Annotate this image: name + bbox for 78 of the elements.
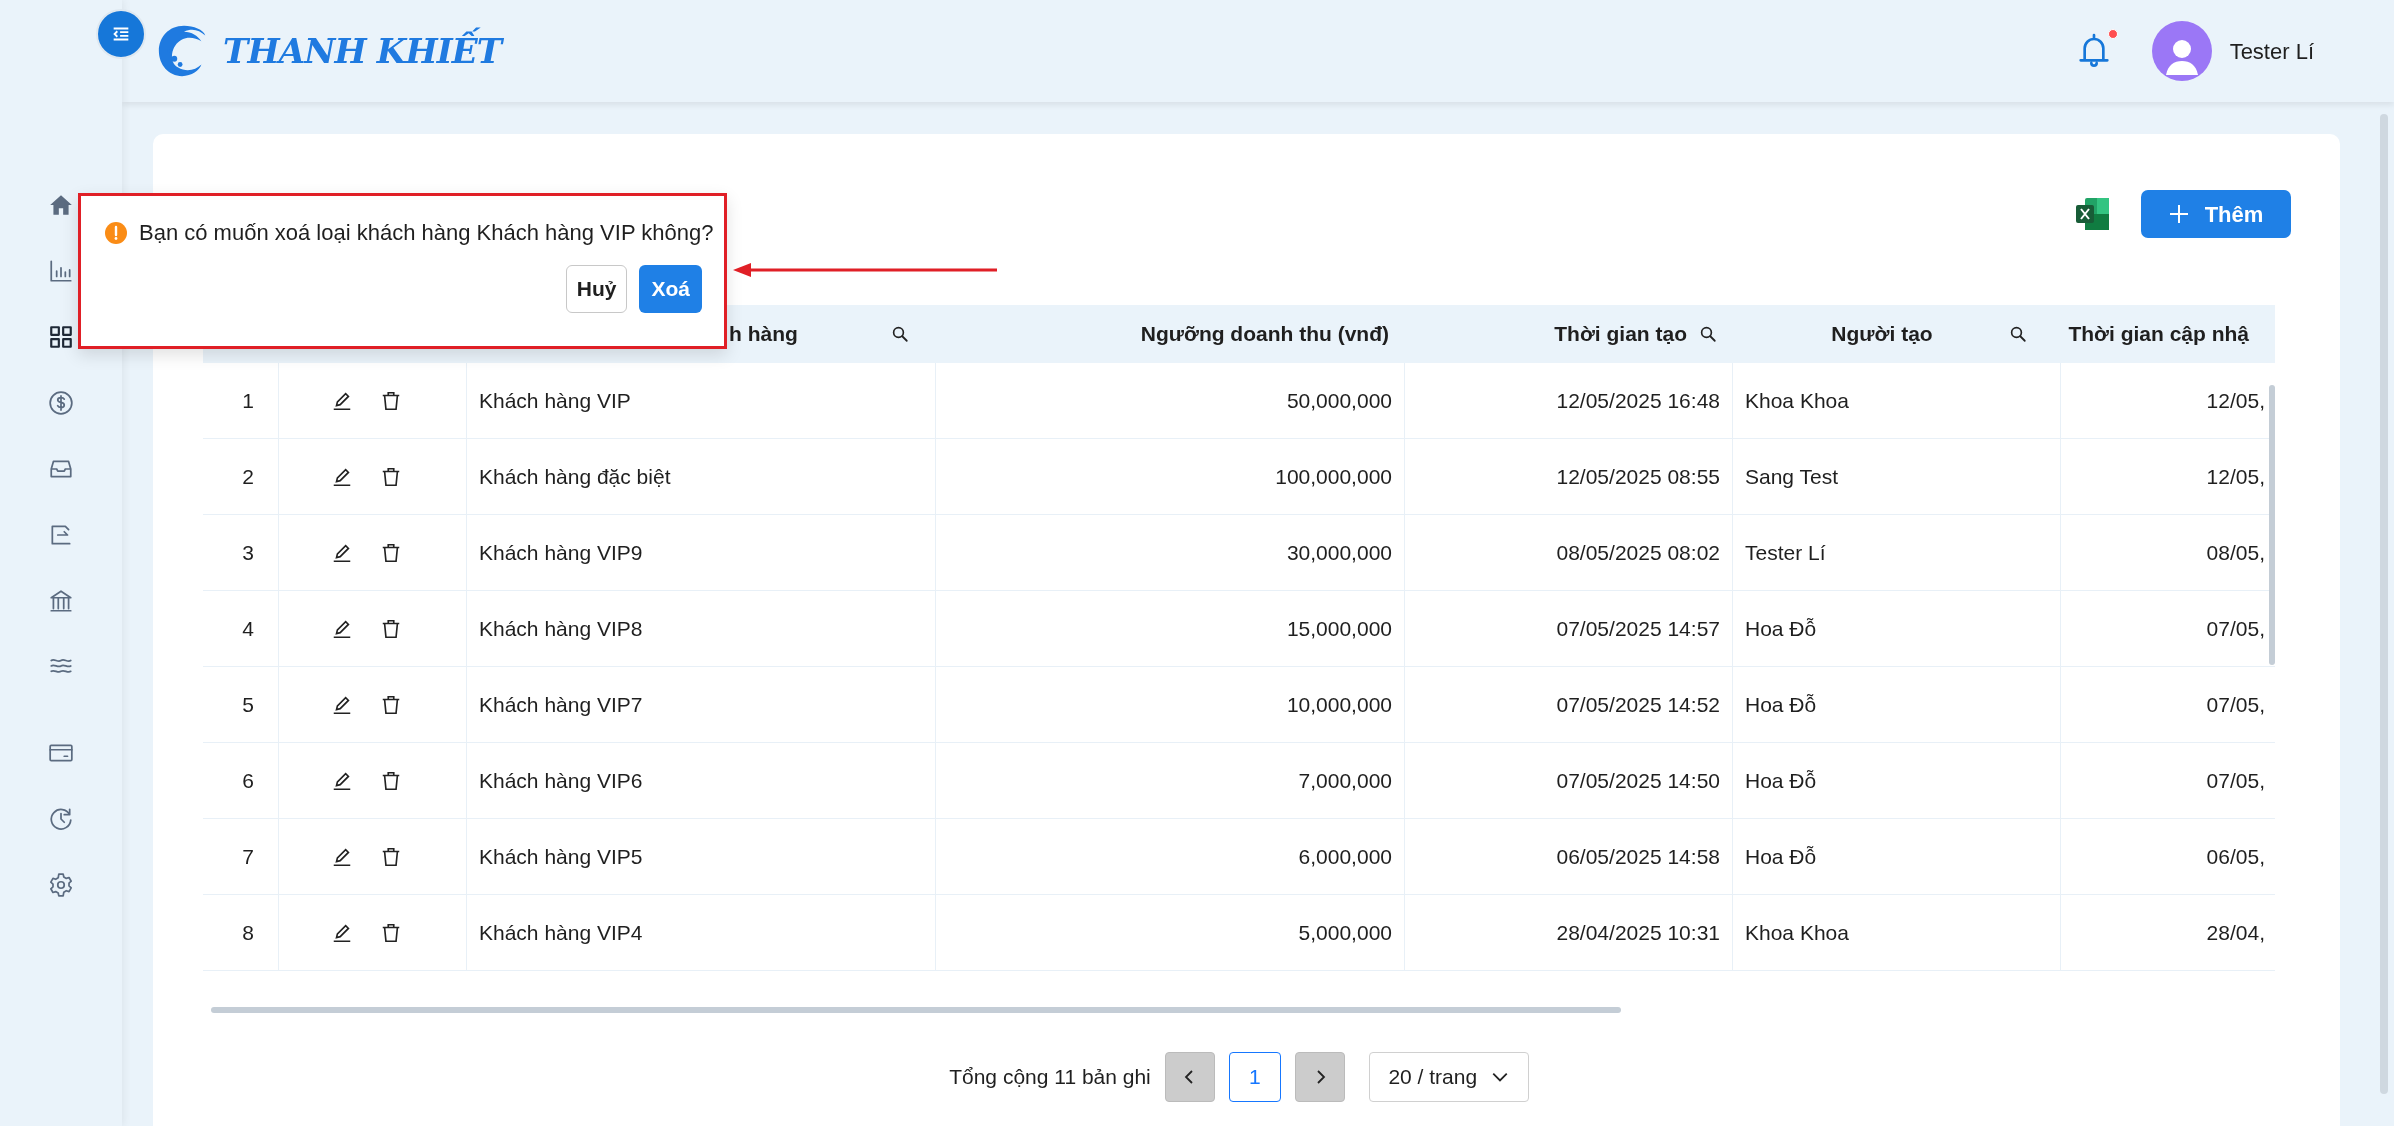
- grid-icon[interactable]: [48, 324, 74, 350]
- table-cell: 08/05/2025 08:02: [1405, 515, 1733, 590]
- table-cell: 1: [203, 363, 279, 438]
- table-cell: Sang Test: [1733, 439, 2061, 514]
- settings-icon[interactable]: [48, 872, 74, 898]
- plus-icon: [2168, 204, 2189, 224]
- table-cell: 2: [203, 439, 279, 514]
- table-cell: 5,000,000: [936, 895, 1405, 970]
- horizontal-scrollbar[interactable]: [211, 1007, 1621, 1013]
- table-cell: 07/05/2025 14:50: [1405, 743, 1733, 818]
- table-cell: 100,000,000: [936, 439, 1405, 514]
- table-cell: Khách hàng VIP6: [467, 743, 936, 818]
- table-cell-text: 07/05,: [2205, 615, 2265, 642]
- table-cell-text: 08/05,: [2205, 539, 2265, 566]
- bank-icon[interactable]: [48, 588, 74, 614]
- delete-button[interactable]: Xoá: [639, 265, 702, 313]
- page-button[interactable]: 1: [1228, 1052, 1281, 1102]
- table-cell: 10,000,000: [936, 667, 1405, 742]
- add-button[interactable]: Thêm: [2141, 190, 2291, 238]
- table-cell-text: 28/04,: [2205, 919, 2265, 946]
- table-cell: 4: [203, 591, 279, 666]
- table-cell: Hoa Đỗ: [1733, 743, 2061, 818]
- table-cell: 5: [203, 667, 279, 742]
- warning-icon: [105, 221, 127, 244]
- table-cell: Tester Lí: [1733, 515, 2061, 590]
- table-cell: 50,000,000: [936, 363, 1405, 438]
- brand-name: THANH KHIẾT: [223, 25, 502, 77]
- table-cell: 15,000,000: [936, 591, 1405, 666]
- table-cell-text: 12/05,: [2205, 387, 2265, 414]
- table-cell: Khách hàng VIP5: [467, 819, 936, 894]
- table-cell: 07/05/2025 14:52: [1405, 667, 1733, 742]
- table-cell: 3: [203, 515, 279, 590]
- bar-chart-icon[interactable]: [48, 258, 74, 284]
- table-cell: Hoa Đỗ: [1733, 591, 2061, 666]
- table-cell: Khách hàng VIP9: [467, 515, 936, 590]
- column-header: h hàng: [729, 321, 799, 348]
- table-cell: Khách hàng VIP: [467, 363, 936, 438]
- page-size-select[interactable]: 20 / trang: [1368, 1052, 1529, 1102]
- search-icon[interactable]: [2009, 325, 2027, 343]
- column-header: Ngưỡng doanh thu (vnđ): [1140, 321, 1389, 348]
- column-header: Thời gian cập nhậ: [2068, 321, 2249, 348]
- dollar-icon[interactable]: [48, 390, 74, 416]
- excel-icon[interactable]: [2075, 197, 2111, 231]
- table-cell: 7,000,000: [936, 743, 1405, 818]
- confirm-message: Bạn có muốn xoá loại khách hàng Khách hàng VIP không?: [139, 219, 714, 247]
- table-cell-text: 06/05,: [2205, 843, 2265, 870]
- table-cell: Khách hàng đặc biệt: [467, 439, 936, 514]
- column-header: Thời gian tạo: [1554, 321, 1687, 348]
- vertical-scrollbar[interactable]: [2269, 385, 2275, 665]
- user-name[interactable]: Tester Lí: [2229, 34, 2314, 68]
- table-cell: Khách hàng VIP8: [467, 591, 936, 666]
- table-cell: 06/05/2025 14:58: [1405, 819, 1733, 894]
- table-cell-text: 12/05,: [2205, 463, 2265, 490]
- table-cell: 07/05/2025 14:57: [1405, 591, 1733, 666]
- table-cell: Khoa Khoa: [1733, 895, 2061, 970]
- table-cell: 12/05/2025 08:55: [1405, 439, 1733, 514]
- total-records: Tổng cộng 11 bản ghi: [949, 1064, 1151, 1091]
- notification-bell-icon[interactable]: [2077, 32, 2110, 70]
- search-icon[interactable]: [1699, 325, 1717, 343]
- page-scrollbar[interactable]: [2380, 114, 2388, 1094]
- table-cell: Hoa Đỗ: [1733, 819, 2061, 894]
- history-icon[interactable]: [48, 806, 74, 832]
- table-cell: 8: [203, 895, 279, 970]
- table-cell: 12/05/2025 16:48: [1405, 363, 1733, 438]
- table-cell: 30,000,000: [936, 515, 1405, 590]
- search-icon[interactable]: [891, 325, 909, 343]
- table-cell: 28/04/2025 10:31: [1405, 895, 1733, 970]
- table-cell: 7: [203, 819, 279, 894]
- table-cell: Hoa Đỗ: [1733, 667, 2061, 742]
- table-cell-text: 07/05,: [2205, 767, 2265, 794]
- cancel-button[interactable]: Huỷ: [565, 265, 628, 313]
- table-cell: Khách hàng VIP7: [467, 667, 936, 742]
- table-cell: 6,000,000: [936, 819, 1405, 894]
- table-cell-text: 07/05,: [2205, 691, 2265, 718]
- table-cell: Khách hàng VIP4: [467, 895, 936, 970]
- table-cell: 6: [203, 743, 279, 818]
- table-cell: Khoa Khoa: [1733, 363, 2061, 438]
- column-header: Người tạo: [1830, 321, 1934, 348]
